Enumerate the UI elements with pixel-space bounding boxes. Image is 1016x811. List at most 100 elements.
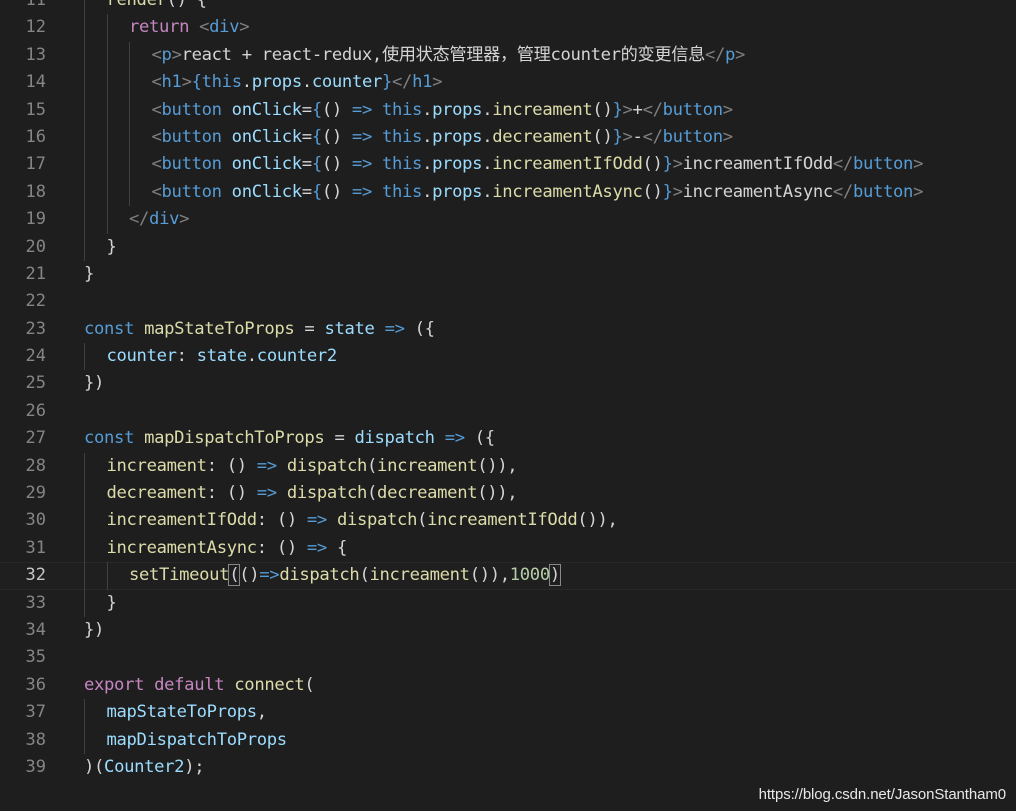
code-line[interactable]: 27 const mapDispatchToProps = dispatch =>…: [0, 425, 1016, 452]
indent-guide: [106, 14, 108, 42]
code-line[interactable]: 14 <h1>{this.props.counter}</h1>: [0, 69, 1016, 97]
code-line[interactable]: 18 <button onClick={() => this.props.incr…: [0, 178, 1016, 207]
code-text: const mapDispatchToProps = dispatch => (…: [84, 425, 495, 452]
code-line[interactable]: 22: [0, 288, 1016, 315]
code-line[interactable]: 32 setTimeout(()=>dispatch(increament()),…: [0, 562, 1016, 590]
code-token: .: [241, 72, 252, 93]
code-text: const mapStateToProps = state => ({: [84, 316, 435, 343]
line-number: 25: [25, 373, 46, 394]
code-token: }): [84, 619, 105, 640]
code-line[interactable]: 35: [0, 644, 1016, 671]
code-token: this: [382, 99, 423, 120]
code-line[interactable]: 16 <button onClick={() => this.props.decr…: [0, 123, 1016, 152]
code-token: }: [662, 154, 673, 175]
code-text: export default connect(: [84, 672, 315, 699]
code-token: onClick: [231, 154, 302, 175]
code-token: (): [321, 99, 352, 120]
code-token: button: [161, 154, 222, 175]
code-line[interactable]: 33}: [0, 589, 1016, 617]
code-line[interactable]: 15 <button onClick={() => this.props.incr…: [0, 96, 1016, 124]
code-token: (: [228, 564, 241, 587]
code-token: >: [722, 99, 733, 120]
code-token: dispatch: [336, 510, 418, 531]
code-token: div: [149, 209, 180, 230]
line-number: 36: [25, 674, 46, 695]
code-token: <: [151, 126, 162, 147]
code-line[interactable]: 24 counter: state.counter2: [0, 343, 1016, 371]
code-token: </: [832, 181, 853, 202]
code-line[interactable]: 20}: [0, 233, 1016, 261]
code-text: }: [107, 590, 117, 617]
code-text: counter: state.counter2: [106, 343, 338, 370]
code-line[interactable]: 38 mapDispatchToProps: [0, 726, 1016, 754]
code-line[interactable]: 34}): [0, 617, 1016, 644]
code-token: decreament: [377, 483, 478, 504]
code-line[interactable]: 31 increamentAsync: () => {: [0, 534, 1016, 563]
code-line[interactable]: 12 return <div>: [0, 14, 1016, 42]
code-token: .: [422, 99, 433, 120]
code-token: ({: [464, 428, 495, 449]
code-text: <button onClick={() => this.props.increa…: [152, 179, 924, 206]
code-token: {: [311, 99, 322, 120]
code-token: =>: [384, 318, 405, 339]
code-token: setTimeout: [129, 565, 230, 586]
code-text: }: [84, 261, 94, 288]
code-token: counter: [106, 346, 177, 367]
code-token: const: [84, 428, 145, 449]
code-token: p: [724, 44, 736, 65]
code-token: }: [84, 263, 95, 284]
code-token: render: [106, 0, 167, 10]
code-token: onClick: [231, 126, 302, 147]
line-number: 16: [25, 126, 46, 147]
code-token: >: [913, 181, 924, 202]
code-line[interactable]: 29 decreament: () => dispatch(decreament(…: [0, 480, 1016, 508]
code-text: }): [84, 370, 104, 397]
code-token: default: [154, 674, 235, 695]
code-token: );: [184, 756, 205, 777]
code-text: <button onClick={() => this.props.increa…: [152, 97, 734, 124]
code-token: (: [367, 455, 378, 476]
code-text: </div>: [129, 206, 189, 233]
code-token: increamentAsync: [492, 181, 643, 202]
code-token: >: [672, 181, 683, 202]
code-line[interactable]: 23 const mapStateToProps = state => ({: [0, 316, 1016, 343]
code-token: (): [239, 565, 260, 586]
code-line[interactable]: 30 increamentIfOdd: () => dispatch(increa…: [0, 507, 1016, 535]
indent-guide: [84, 589, 85, 617]
code-token: =>: [259, 565, 280, 586]
line-number: 33: [25, 592, 46, 613]
code-line[interactable]: 13 <p>react + react-redux,使用状态管理器，管理count…: [0, 41, 1016, 70]
code-token: increamentIfOdd: [492, 154, 643, 175]
code-token: p: [161, 44, 172, 65]
code-token: (: [367, 483, 378, 504]
code-line[interactable]: 25}): [0, 370, 1016, 397]
code-line[interactable]: 37 mapStateToProps,: [0, 699, 1016, 727]
code-token: +: [632, 99, 643, 120]
code-line[interactable]: 21}: [0, 261, 1016, 288]
code-token: <: [151, 154, 162, 175]
code-token: (): [321, 126, 352, 147]
code-token: increament: [369, 565, 471, 586]
code-line[interactable]: 39)(Counter2);: [0, 754, 1016, 781]
code-token: .: [422, 181, 433, 202]
code-token: =: [294, 318, 325, 339]
code-token: button: [852, 154, 914, 175]
code-token: dispatch: [286, 455, 368, 476]
code-token: 1000: [509, 565, 550, 586]
indent-guide: [84, 123, 85, 152]
code-line[interactable]: 26: [0, 398, 1016, 425]
code-token: this: [382, 154, 423, 175]
code-token: =: [301, 99, 312, 120]
code-line[interactable]: 17 <button onClick={() => this.props.incr…: [0, 151, 1016, 179]
code-line[interactable]: 11 render() {: [0, 0, 1016, 15]
code-token: {: [311, 126, 322, 147]
code-editor[interactable]: 11 render() {12 return <div> 13 <p>react + r…: [0, 0, 1016, 781]
code-line[interactable]: 36 export default connect(: [0, 672, 1016, 699]
code-token: .: [482, 154, 493, 175]
code-line[interactable]: 19 </div>: [0, 206, 1016, 234]
code-line[interactable]: 28 increament: () => dispatch(increament(…: [0, 452, 1016, 481]
code-token: dispatch: [286, 483, 368, 504]
